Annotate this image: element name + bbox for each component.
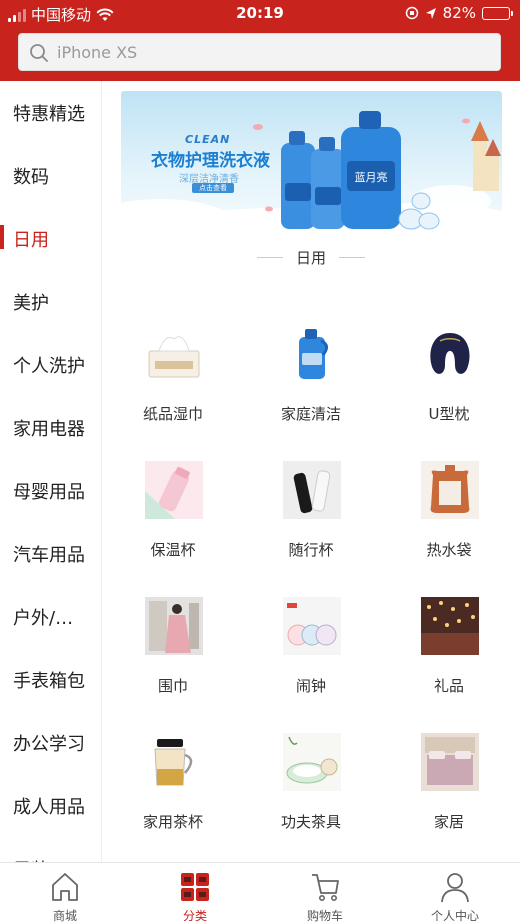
category-label: 保温杯	[150, 541, 196, 559]
category-sidebar: 特惠精选 数码 日用 美护 个人洗护 家用电器 母婴用品 汽车用品 户外/… 手…	[0, 81, 102, 862]
bottom-tab-bar: 商城 分类 购物车 个人中心	[0, 862, 520, 924]
tab-home[interactable]: 商城	[0, 863, 130, 924]
sidebar-item-baby[interactable]: 母婴用品	[0, 459, 101, 522]
sidebar-item-auto[interactable]: 汽车用品	[0, 522, 101, 585]
search-icon	[30, 44, 48, 62]
home-icon	[52, 873, 78, 901]
battery-percent: 82%	[442, 4, 476, 22]
sidebar-item-personal-care[interactable]: 个人洗护	[0, 333, 101, 396]
category-cell[interactable]: 家用茶杯	[104, 733, 242, 862]
category-label: 家庭清洁	[280, 405, 341, 423]
category-cell[interactable]: U型枕	[380, 325, 518, 461]
category-cell[interactable]: 家庭清洁	[242, 325, 380, 461]
banner-brand-word: CLEAN	[185, 133, 231, 146]
category-cell[interactable]: 礼品	[380, 597, 518, 733]
category-label: 家居	[433, 813, 464, 831]
status-bar: 中国移动 20:19 82%	[0, 0, 520, 28]
search-input[interactable]	[57, 34, 487, 70]
sidebar-item-beauty[interactable]: 美护	[0, 270, 101, 333]
cart-icon	[312, 874, 339, 901]
sidebar-item-adult[interactable]: 成人用品	[0, 774, 101, 837]
orientation-lock-icon	[405, 6, 418, 20]
category-label: 礼品	[433, 677, 464, 695]
battery-icon	[482, 6, 513, 20]
travel-cup-icon	[283, 461, 341, 519]
category-label: 围巾	[157, 677, 188, 695]
sidebar-item-office[interactable]: 办公学习	[0, 711, 101, 774]
category-cell[interactable]: 纸品湿巾	[104, 325, 242, 461]
section-title: 日用	[295, 248, 326, 267]
category-label: 家用茶杯	[142, 813, 203, 831]
user-icon	[441, 873, 469, 903]
tissue-box-icon	[148, 336, 200, 378]
banner-headline: 衣物护理洗衣液	[151, 151, 270, 171]
tab-category[interactable]: 分类	[130, 863, 260, 924]
tea-cup-icon	[154, 739, 193, 786]
sidebar-item-special[interactable]: 特惠精选	[0, 81, 101, 144]
divider	[339, 256, 365, 258]
promo-banner[interactable]: 蓝月亮 CLEAN 衣物护理洗衣液 深层洁净清香 点击查看	[121, 91, 502, 234]
section-heading: 日用	[102, 247, 520, 267]
category-cell[interactable]: 保温杯	[104, 461, 242, 597]
divider	[256, 256, 283, 258]
category-cell[interactable]: 随行杯	[242, 461, 380, 597]
category-label: 随行杯	[288, 541, 334, 559]
category-label: U型枕	[428, 405, 470, 423]
tea-set-icon	[283, 733, 341, 791]
sidebar-item-appliances[interactable]: 家用电器	[0, 396, 101, 459]
sidebar-item-menswear[interactable]: 男装	[0, 837, 101, 863]
sidebar-item-daily[interactable]: 日用	[0, 207, 101, 270]
location-icon	[425, 7, 436, 19]
sidebar-item-watches-bags[interactable]: 手表箱包	[0, 648, 101, 711]
category-cell[interactable]: 围巾	[104, 597, 242, 733]
neck-pillow-icon	[430, 333, 470, 374]
category-cell[interactable]: 家居	[380, 733, 518, 862]
category-icon	[181, 873, 209, 901]
search-bar[interactable]	[18, 33, 501, 71]
header: 中国移动 20:19 82%	[0, 0, 520, 81]
banner-button[interactable]: 点击查看	[192, 183, 234, 193]
tab-cart[interactable]: 购物车	[260, 863, 390, 924]
scarf-icon	[145, 597, 203, 655]
category-cell[interactable]: 闹钟	[242, 597, 380, 733]
sidebar-item-outdoor[interactable]: 户外/…	[0, 585, 101, 648]
category-cell[interactable]: 热水袋	[380, 461, 518, 597]
detergent-bottle-icon	[299, 329, 328, 379]
sidebar-item-digital[interactable]: 数码	[0, 144, 101, 207]
category-label: 热水袋	[426, 541, 472, 559]
tab-profile[interactable]: 个人中心	[390, 863, 520, 924]
tab-label: 商城	[52, 909, 77, 923]
category-label: 闹钟	[295, 677, 326, 695]
category-cell[interactable]: 功夫茶具	[242, 733, 380, 862]
tab-label: 购物车	[306, 909, 343, 923]
tab-label: 分类	[182, 909, 207, 923]
thermos-icon	[145, 461, 203, 519]
alarm-clock-icon	[283, 597, 341, 655]
svg-text:蓝月亮: 蓝月亮	[355, 170, 388, 184]
category-label: 功夫茶具	[280, 813, 341, 831]
gift-lights-icon	[421, 597, 479, 655]
category-label: 纸品湿巾	[142, 405, 203, 423]
bedding-icon	[421, 733, 479, 791]
hot-water-bag-icon	[421, 461, 479, 519]
tab-label: 个人中心	[430, 909, 479, 923]
category-content: 蓝月亮 CLEAN 衣物护理洗衣液 深层洁净清香 点击查看 日用 纸品湿巾 家庭…	[102, 81, 520, 862]
